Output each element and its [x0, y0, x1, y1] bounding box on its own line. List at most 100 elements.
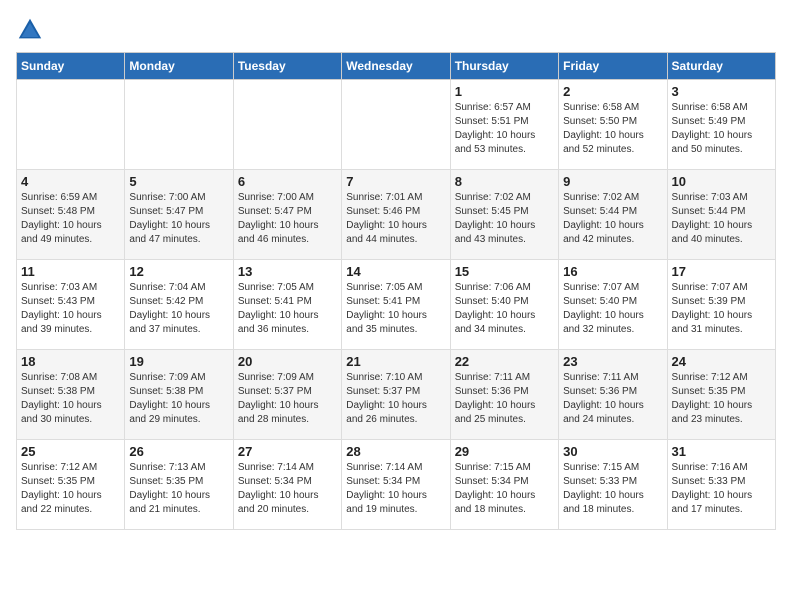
- day-number: 27: [238, 444, 337, 459]
- cell-4-5: 22 Sunrise: 7:11 AM Sunset: 5:36 PM Dayli…: [450, 350, 558, 440]
- day-detail: Sunrise: 7:16 AM Sunset: 5:33 PM Dayligh…: [672, 461, 771, 517]
- day-detail: Sunrise: 7:05 AM Sunset: 5:41 PM Dayligh…: [238, 281, 337, 337]
- header-thursday: Thursday: [450, 53, 558, 80]
- week-row-3: 11 Sunrise: 7:03 AM Sunset: 5:43 PM Dayli…: [17, 260, 776, 350]
- header-tuesday: Tuesday: [233, 53, 341, 80]
- cell-1-7: 3 Sunrise: 6:58 AM Sunset: 5:49 PM Daylig…: [667, 80, 775, 170]
- day-number: 15: [455, 264, 554, 279]
- cell-2-6: 9Sunrise: 7:02 AM Sunset: 5:44 PM Daylig…: [559, 170, 667, 260]
- day-detail: Sunrise: 7:09 AM Sunset: 5:38 PM Dayligh…: [129, 371, 228, 427]
- cell-2-4: 7Sunrise: 7:01 AM Sunset: 5:46 PM Daylig…: [342, 170, 450, 260]
- day-number: 10: [672, 174, 771, 189]
- day-number: 1: [455, 84, 554, 99]
- cell-1-6: 2Sunrise: 6:58 AM Sunset: 5:50 PM Daylig…: [559, 80, 667, 170]
- cell-2-7: 10 Sunrise: 7:03 AM Sunset: 5:44 PM Dayli…: [667, 170, 775, 260]
- day-number: 12: [129, 264, 228, 279]
- day-detail: Sunrise: 7:11 AM Sunset: 5:36 PM Dayligh…: [455, 371, 554, 427]
- week-row-4: 18 Sunrise: 7:08 AM Sunset: 5:38 PM Dayli…: [17, 350, 776, 440]
- day-number: 23: [563, 354, 662, 369]
- day-detail: Sunrise: 7:00 AM Sunset: 5:47 PM Dayligh…: [129, 191, 228, 247]
- cell-1-1: [17, 80, 125, 170]
- cell-1-4: [342, 80, 450, 170]
- cell-4-3: 20Sunrise: 7:09 AM Sunset: 5:37 PM Dayli…: [233, 350, 341, 440]
- day-detail: Sunrise: 7:00 AM Sunset: 5:47 PM Dayligh…: [238, 191, 337, 247]
- week-row-1: 1Sunrise: 6:57 AM Sunset: 5:51 PM Daylig…: [17, 80, 776, 170]
- day-detail: Sunrise: 7:08 AM Sunset: 5:38 PM Dayligh…: [21, 371, 120, 427]
- day-detail: Sunrise: 7:12 AM Sunset: 5:35 PM Dayligh…: [672, 371, 771, 427]
- cell-4-7: 24 Sunrise: 7:12 AM Sunset: 5:35 PM Dayli…: [667, 350, 775, 440]
- day-number: 6: [238, 174, 337, 189]
- day-detail: Sunrise: 7:14 AM Sunset: 5:34 PM Dayligh…: [238, 461, 337, 517]
- cell-5-2: 26 Sunrise: 7:13 AM Sunset: 5:35 PM Dayli…: [125, 440, 233, 530]
- day-detail: Sunrise: 7:15 AM Sunset: 5:33 PM Dayligh…: [563, 461, 662, 517]
- header-wednesday: Wednesday: [342, 53, 450, 80]
- header-monday: Monday: [125, 53, 233, 80]
- page-header: [16, 16, 776, 44]
- day-detail: Sunrise: 7:04 AM Sunset: 5:42 PM Dayligh…: [129, 281, 228, 337]
- logo-icon: [16, 16, 44, 44]
- day-number: 3: [672, 84, 771, 99]
- cell-5-7: 31 Sunrise: 7:16 AM Sunset: 5:33 PM Dayli…: [667, 440, 775, 530]
- cell-5-5: 29 Sunrise: 7:15 AM Sunset: 5:34 PM Dayli…: [450, 440, 558, 530]
- day-number: 22: [455, 354, 554, 369]
- logo: [16, 16, 48, 44]
- day-number: 8: [455, 174, 554, 189]
- day-number: 18: [21, 354, 120, 369]
- day-detail: Sunrise: 7:02 AM Sunset: 5:44 PM Dayligh…: [563, 191, 662, 247]
- cell-5-4: 28 Sunrise: 7:14 AM Sunset: 5:34 PM Dayli…: [342, 440, 450, 530]
- cell-5-6: 30 Sunrise: 7:15 AM Sunset: 5:33 PM Dayli…: [559, 440, 667, 530]
- day-number: 29: [455, 444, 554, 459]
- day-detail: Sunrise: 6:58 AM Sunset: 5:49 PM Dayligh…: [672, 101, 771, 157]
- day-detail: Sunrise: 7:12 AM Sunset: 5:35 PM Dayligh…: [21, 461, 120, 517]
- day-number: 4: [21, 174, 120, 189]
- day-detail: Sunrise: 7:06 AM Sunset: 5:40 PM Dayligh…: [455, 281, 554, 337]
- day-number: 21: [346, 354, 445, 369]
- calendar-table: SundayMondayTuesdayWednesdayThursdayFrid…: [16, 52, 776, 530]
- day-detail: Sunrise: 7:13 AM Sunset: 5:35 PM Dayligh…: [129, 461, 228, 517]
- cell-3-4: 14Sunrise: 7:05 AM Sunset: 5:41 PM Dayli…: [342, 260, 450, 350]
- cell-4-2: 19 Sunrise: 7:09 AM Sunset: 5:38 PM Dayli…: [125, 350, 233, 440]
- day-detail: Sunrise: 7:02 AM Sunset: 5:45 PM Dayligh…: [455, 191, 554, 247]
- cell-2-1: 4 Sunrise: 6:59 AM Sunset: 5:48 PM Daylig…: [17, 170, 125, 260]
- day-detail: Sunrise: 7:03 AM Sunset: 5:44 PM Dayligh…: [672, 191, 771, 247]
- cell-4-4: 21Sunrise: 7:10 AM Sunset: 5:37 PM Dayli…: [342, 350, 450, 440]
- day-detail: Sunrise: 7:14 AM Sunset: 5:34 PM Dayligh…: [346, 461, 445, 517]
- day-detail: Sunrise: 7:03 AM Sunset: 5:43 PM Dayligh…: [21, 281, 120, 337]
- cell-4-1: 18 Sunrise: 7:08 AM Sunset: 5:38 PM Dayli…: [17, 350, 125, 440]
- cell-3-7: 17Sunrise: 7:07 AM Sunset: 5:39 PM Dayli…: [667, 260, 775, 350]
- day-number: 26: [129, 444, 228, 459]
- day-detail: Sunrise: 6:58 AM Sunset: 5:50 PM Dayligh…: [563, 101, 662, 157]
- week-row-2: 4 Sunrise: 6:59 AM Sunset: 5:48 PM Daylig…: [17, 170, 776, 260]
- cell-4-6: 23 Sunrise: 7:11 AM Sunset: 5:36 PM Dayli…: [559, 350, 667, 440]
- header-friday: Friday: [559, 53, 667, 80]
- cell-2-3: 6 Sunrise: 7:00 AM Sunset: 5:47 PM Daylig…: [233, 170, 341, 260]
- cell-3-6: 16 Sunrise: 7:07 AM Sunset: 5:40 PM Dayli…: [559, 260, 667, 350]
- day-detail: Sunrise: 7:07 AM Sunset: 5:40 PM Dayligh…: [563, 281, 662, 337]
- day-number: 19: [129, 354, 228, 369]
- cell-2-5: 8 Sunrise: 7:02 AM Sunset: 5:45 PM Daylig…: [450, 170, 558, 260]
- cell-1-3: [233, 80, 341, 170]
- day-number: 28: [346, 444, 445, 459]
- cell-3-1: 11 Sunrise: 7:03 AM Sunset: 5:43 PM Dayli…: [17, 260, 125, 350]
- day-number: 30: [563, 444, 662, 459]
- day-detail: Sunrise: 7:15 AM Sunset: 5:34 PM Dayligh…: [455, 461, 554, 517]
- day-number: 16: [563, 264, 662, 279]
- day-number: 11: [21, 264, 120, 279]
- day-detail: Sunrise: 7:01 AM Sunset: 5:46 PM Dayligh…: [346, 191, 445, 247]
- day-detail: Sunrise: 7:09 AM Sunset: 5:37 PM Dayligh…: [238, 371, 337, 427]
- cell-3-5: 15 Sunrise: 7:06 AM Sunset: 5:40 PM Dayli…: [450, 260, 558, 350]
- cell-3-3: 13Sunrise: 7:05 AM Sunset: 5:41 PM Dayli…: [233, 260, 341, 350]
- day-number: 31: [672, 444, 771, 459]
- day-detail: Sunrise: 6:59 AM Sunset: 5:48 PM Dayligh…: [21, 191, 120, 247]
- day-detail: Sunrise: 7:05 AM Sunset: 5:41 PM Dayligh…: [346, 281, 445, 337]
- day-detail: Sunrise: 7:07 AM Sunset: 5:39 PM Dayligh…: [672, 281, 771, 337]
- day-detail: Sunrise: 7:11 AM Sunset: 5:36 PM Dayligh…: [563, 371, 662, 427]
- cell-1-2: [125, 80, 233, 170]
- day-number: 5: [129, 174, 228, 189]
- day-number: 24: [672, 354, 771, 369]
- cell-1-5: 1Sunrise: 6:57 AM Sunset: 5:51 PM Daylig…: [450, 80, 558, 170]
- cell-2-2: 5 Sunrise: 7:00 AM Sunset: 5:47 PM Daylig…: [125, 170, 233, 260]
- header-row: SundayMondayTuesdayWednesdayThursdayFrid…: [17, 53, 776, 80]
- cell-3-2: 12 Sunrise: 7:04 AM Sunset: 5:42 PM Dayli…: [125, 260, 233, 350]
- cell-5-3: 27 Sunrise: 7:14 AM Sunset: 5:34 PM Dayli…: [233, 440, 341, 530]
